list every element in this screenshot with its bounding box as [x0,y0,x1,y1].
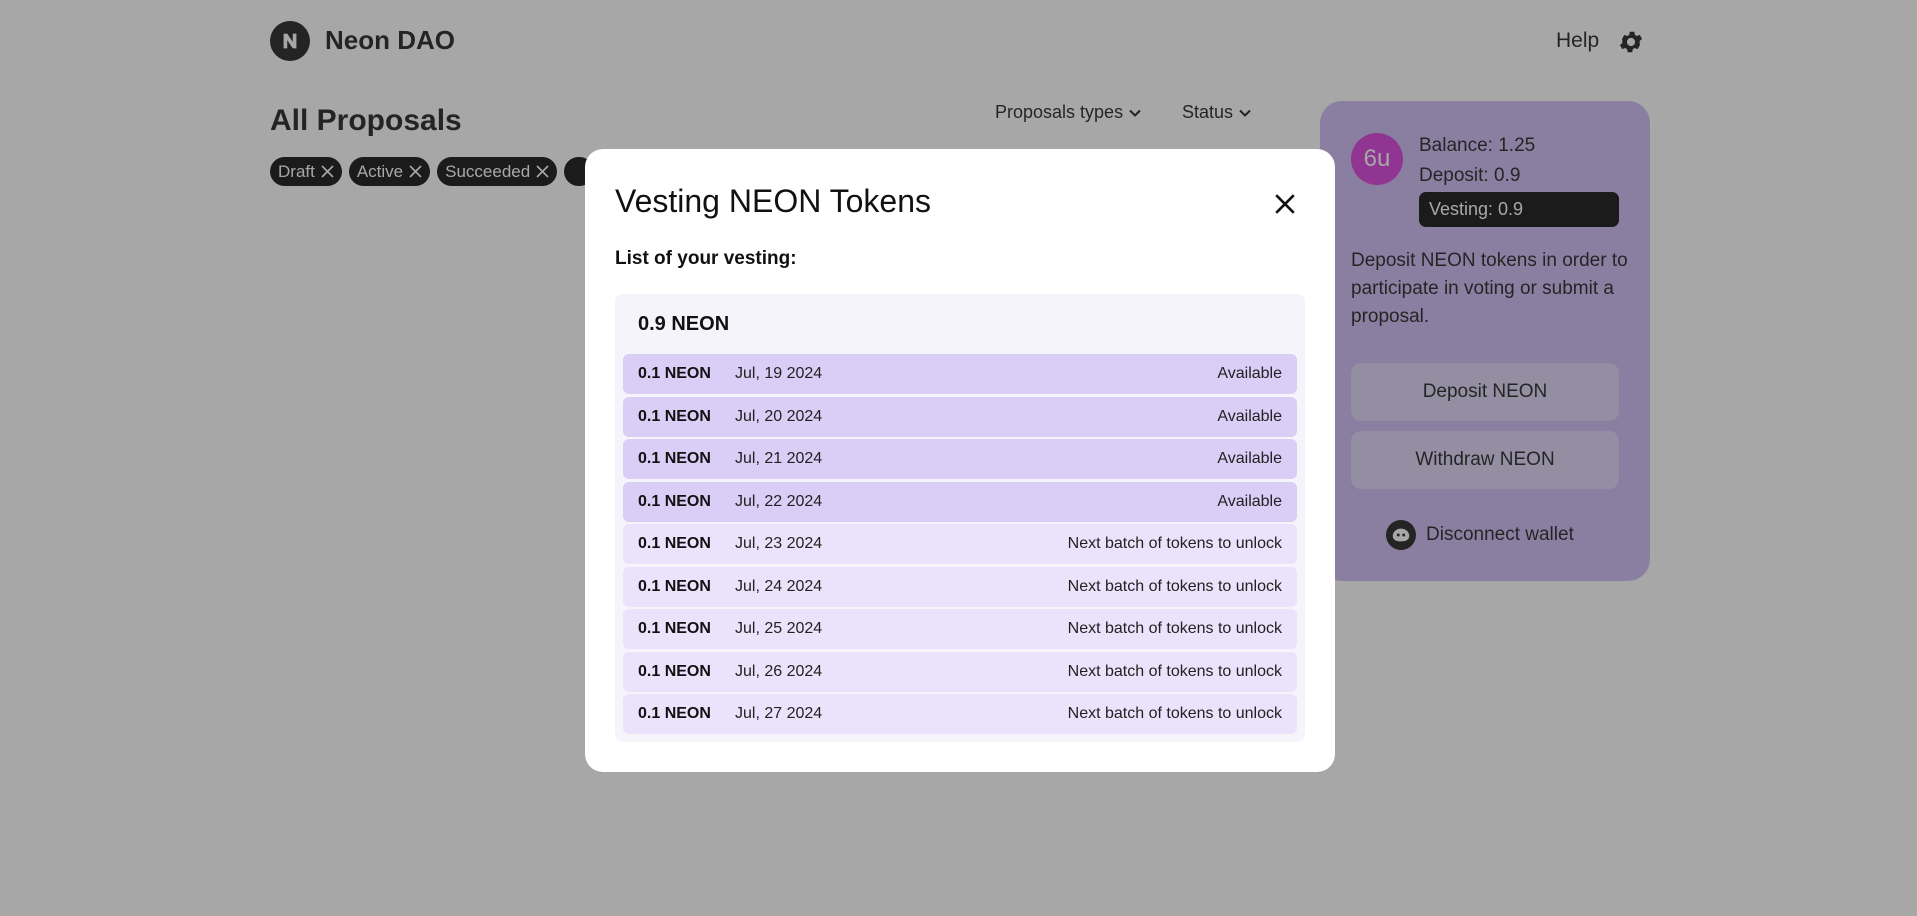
vesting-rows: 0.1 NEON Jul, 19 2024 Available 0.1 NEON… [623,354,1297,737]
row-date: Jul, 22 2024 [735,492,823,510]
row-date: Jul, 26 2024 [735,662,823,680]
vesting-row: 0.1 NEON Jul, 26 2024 Next batch of toke… [623,651,1297,692]
row-amount: 0.1 NEON [638,407,711,425]
vesting-row: 0.1 NEON Jul, 24 2024 Next batch of toke… [623,566,1297,607]
row-amount: 0.1 NEON [638,577,711,595]
row-amount: 0.1 NEON [638,450,711,467]
row-status: Next batch of tokens to unlock [1067,705,1282,722]
vesting-row: 0.1 NEON Jul, 20 2024 Available [623,396,1297,437]
vesting-modal: Vesting NEON Tokens List of your vesting… [585,149,1335,772]
row-date: Jul, 21 2024 [735,450,823,467]
row-date: Jul, 23 2024 [735,535,823,552]
row-amount: 0.1 NEON [638,620,711,637]
row-status: Available [1217,450,1282,467]
close-icon[interactable] [1270,189,1300,219]
vesting-row: 0.1 NEON Jul, 25 2024 Next batch of toke… [623,609,1297,649]
row-amount: 0.1 NEON [638,365,711,382]
row-date: Jul, 19 2024 [735,365,823,382]
row-date: Jul, 25 2024 [735,620,823,637]
vesting-row: 0.1 NEON Jul, 27 2024 Next batch of toke… [623,694,1297,734]
modal-title: Vesting NEON Tokens [615,183,932,219]
row-amount: 0.1 NEON [638,492,711,510]
row-amount: 0.1 NEON [638,705,711,722]
row-status: Available [1217,365,1282,382]
row-status: Next batch of tokens to unlock [1067,662,1282,680]
row-status: Available [1217,407,1282,425]
vesting-row: 0.1 NEON Jul, 22 2024 Available [623,481,1297,522]
vesting-list: 0.9 NEON 0.1 NEON Jul, 19 2024 Available… [615,294,1305,742]
row-amount: 0.1 NEON [638,535,711,552]
row-date: Jul, 24 2024 [735,577,823,595]
row-date: Jul, 27 2024 [735,705,823,722]
vesting-row: 0.1 NEON Jul, 21 2024 Available [623,439,1297,479]
row-status: Next batch of tokens to unlock [1067,535,1282,552]
modal-subtitle: List of your vesting: [615,248,797,269]
row-status: Available [1217,492,1282,510]
row-status: Next batch of tokens to unlock [1067,620,1282,637]
row-date: Jul, 20 2024 [735,407,823,425]
vesting-row: 0.1 NEON Jul, 23 2024 Next batch of toke… [623,524,1297,564]
vesting-total: 0.9 NEON [638,313,730,335]
row-amount: 0.1 NEON [638,662,711,680]
vesting-row: 0.1 NEON Jul, 19 2024 Available [623,354,1297,394]
row-status: Next batch of tokens to unlock [1067,577,1282,595]
page: Neon DAO Help All Proposals Proposals ty… [0,0,1917,916]
